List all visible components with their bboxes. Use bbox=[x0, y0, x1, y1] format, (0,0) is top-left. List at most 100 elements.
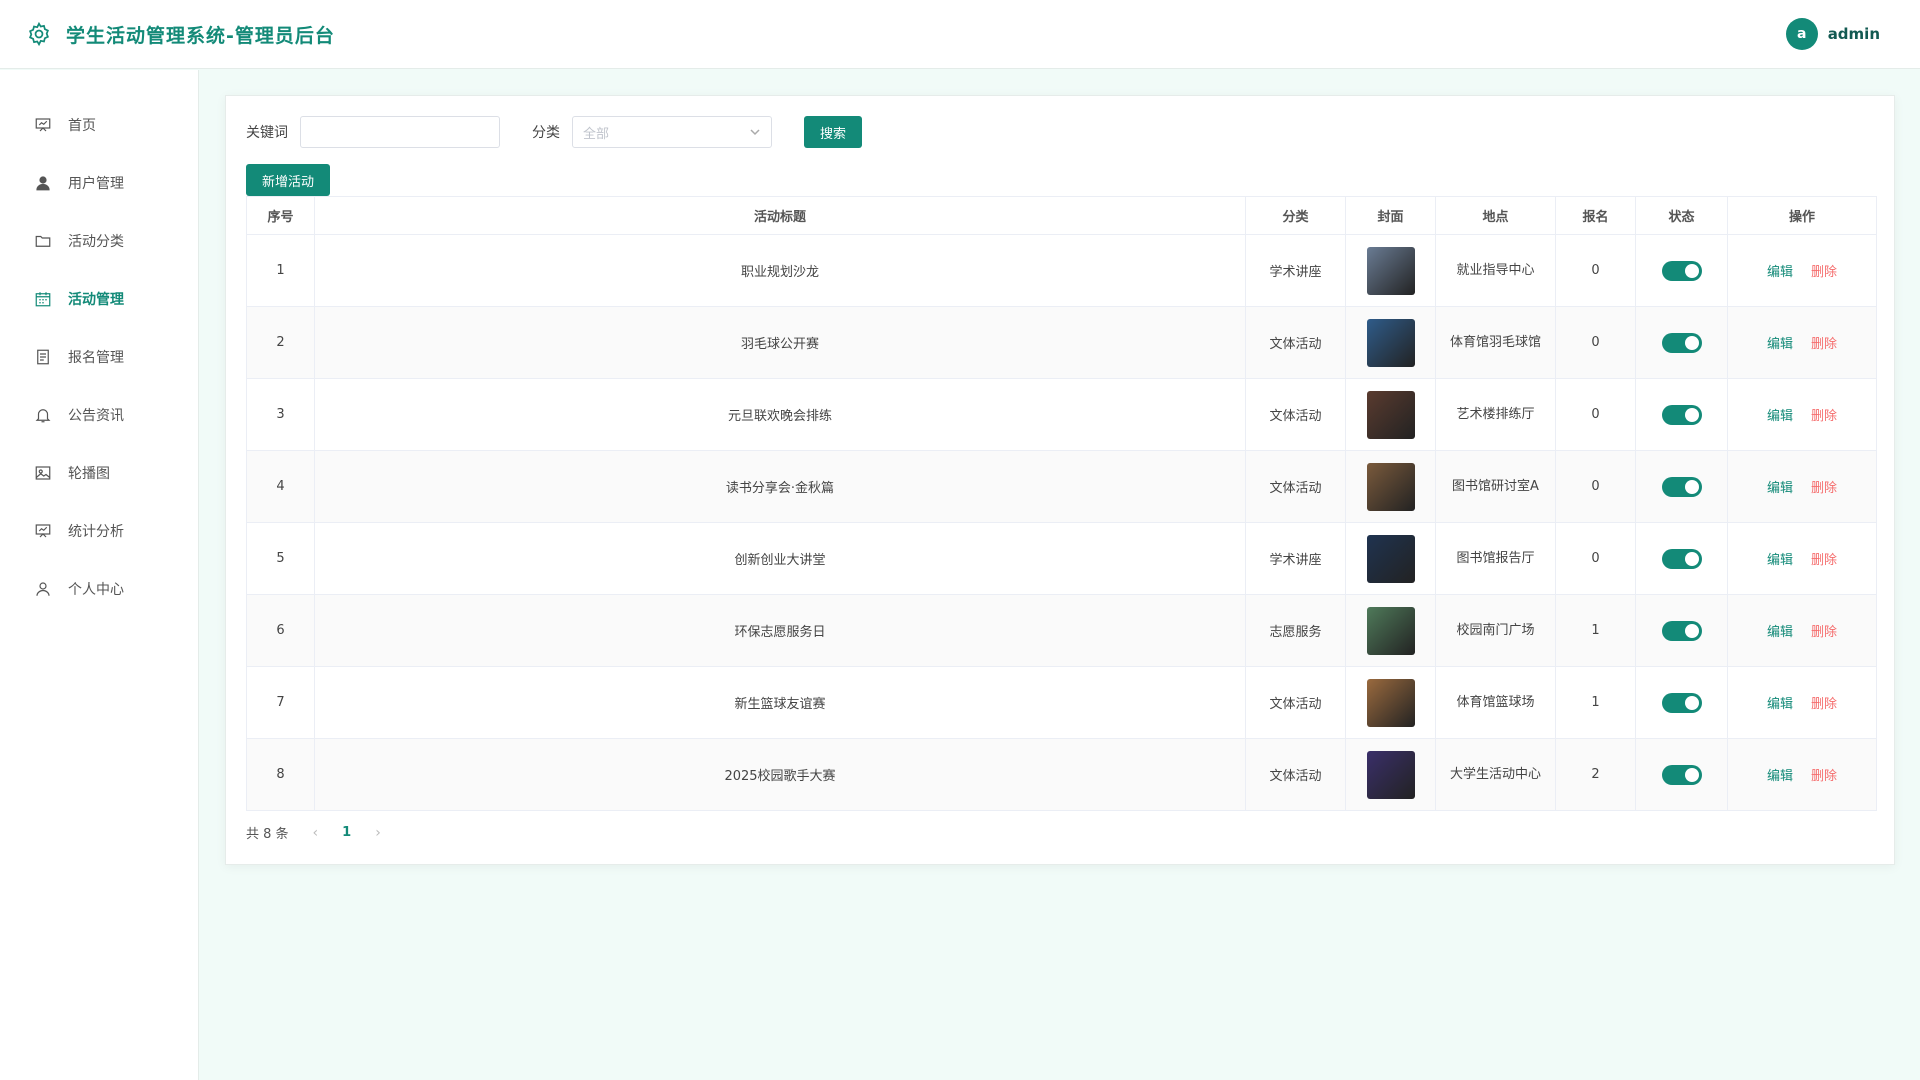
cell-category: 文体活动 bbox=[1245, 450, 1346, 523]
location-text: 体育馆篮球场 bbox=[1456, 694, 1535, 710]
presentation-icon bbox=[35, 524, 51, 538]
status-toggle[interactable] bbox=[1661, 260, 1702, 281]
delete-link[interactable]: 删除 bbox=[1811, 477, 1837, 496]
current-page[interactable]: 1 bbox=[342, 825, 351, 840]
table-row: 8 2025校园歌手大赛 文体活动 大学生活动中心 2 编辑 删除 bbox=[246, 738, 1877, 811]
status-toggle[interactable] bbox=[1661, 548, 1702, 569]
cell-cover bbox=[1345, 738, 1436, 811]
cell-status bbox=[1635, 234, 1728, 307]
keyword-input[interactable] bbox=[300, 116, 500, 148]
cover-image[interactable] bbox=[1366, 534, 1415, 583]
sidebar-item-label: 报名管理 bbox=[68, 350, 124, 366]
edit-link[interactable]: 编辑 bbox=[1767, 405, 1793, 424]
cell-category: 文体活动 bbox=[1245, 666, 1346, 739]
brand: 学生活动管理系统-管理员后台 bbox=[26, 21, 335, 48]
cover-image[interactable] bbox=[1366, 750, 1415, 799]
cell-no: 2 bbox=[246, 306, 315, 379]
status-toggle[interactable] bbox=[1661, 620, 1702, 641]
sidebar-item-users[interactable]: 用户管理 bbox=[0, 154, 198, 212]
delete-link[interactable]: 删除 bbox=[1811, 333, 1837, 352]
cell-actions: 编辑 删除 bbox=[1727, 594, 1877, 667]
presentation-icon bbox=[35, 118, 51, 132]
edit-link[interactable]: 编辑 bbox=[1767, 261, 1793, 280]
image-icon bbox=[35, 466, 51, 480]
search-button[interactable]: 搜索 bbox=[804, 116, 863, 148]
cell-status bbox=[1635, 306, 1728, 379]
cell-title: 读书分享会·金秋篇 bbox=[314, 450, 1246, 523]
cell-location: 大学生活动中心 bbox=[1435, 738, 1556, 811]
edit-link[interactable]: 编辑 bbox=[1767, 333, 1793, 352]
cell-location: 体育馆羽毛球馆 bbox=[1435, 306, 1556, 379]
next-page-button[interactable]: › bbox=[375, 825, 381, 841]
cover-image[interactable] bbox=[1366, 390, 1415, 439]
cover-image[interactable] bbox=[1366, 318, 1415, 367]
sidebar-item-categories[interactable]: 活动分类 bbox=[0, 212, 198, 270]
delete-link[interactable]: 删除 bbox=[1811, 765, 1837, 784]
cell-title: 环保志愿服务日 bbox=[314, 594, 1246, 667]
edit-link[interactable]: 编辑 bbox=[1767, 693, 1793, 712]
location-text: 就业指导中心 bbox=[1456, 262, 1535, 278]
status-toggle[interactable] bbox=[1661, 332, 1702, 353]
cell-cover bbox=[1345, 306, 1436, 379]
cell-title: 新生篮球友谊赛 bbox=[314, 666, 1246, 739]
status-toggle[interactable] bbox=[1661, 404, 1702, 425]
cell-signups: 0 bbox=[1555, 234, 1636, 307]
avatar[interactable]: a bbox=[1785, 18, 1818, 50]
cell-category: 学术讲座 bbox=[1245, 234, 1346, 307]
edit-link[interactable]: 编辑 bbox=[1767, 549, 1793, 568]
user-menu[interactable]: a admin bbox=[1785, 18, 1880, 50]
cell-category: 文体活动 bbox=[1245, 378, 1346, 451]
sidebar-item-registrations[interactable]: 报名管理 bbox=[0, 328, 198, 386]
sidebar-item-profile[interactable]: 个人中心 bbox=[0, 560, 198, 618]
table-row: 6 环保志愿服务日 志愿服务 校园南门广场 1 编辑 删除 bbox=[246, 594, 1877, 667]
edit-link[interactable]: 编辑 bbox=[1767, 477, 1793, 496]
delete-link[interactable]: 删除 bbox=[1811, 621, 1837, 640]
cell-cover bbox=[1345, 594, 1436, 667]
cell-status bbox=[1635, 738, 1728, 811]
document-icon bbox=[37, 349, 49, 365]
column-header: 封面 bbox=[1345, 196, 1436, 235]
cell-actions: 编辑 删除 bbox=[1727, 522, 1877, 595]
chevron-down-icon bbox=[750, 129, 760, 136]
user-filled-icon bbox=[36, 176, 50, 191]
add-activity-button[interactable]: 新增活动 bbox=[246, 164, 331, 196]
status-toggle[interactable] bbox=[1661, 692, 1702, 713]
cover-image[interactable] bbox=[1366, 246, 1415, 295]
edit-link[interactable]: 编辑 bbox=[1767, 765, 1793, 784]
sidebar-item-label: 个人中心 bbox=[68, 582, 124, 598]
column-header: 地点 bbox=[1435, 196, 1556, 235]
status-toggle[interactable] bbox=[1661, 764, 1702, 785]
location-text: 校园南门广场 bbox=[1456, 622, 1535, 638]
sidebar-item-home[interactable]: 首页 bbox=[0, 96, 198, 154]
prev-page-button[interactable]: ‹ bbox=[313, 825, 319, 841]
column-header: 状态 bbox=[1635, 196, 1728, 235]
table-row: 4 读书分享会·金秋篇 文体活动 图书馆研讨室A 0 编辑 删除 bbox=[246, 450, 1877, 523]
cell-signups: 0 bbox=[1555, 306, 1636, 379]
cover-image[interactable] bbox=[1366, 462, 1415, 511]
status-toggle[interactable] bbox=[1661, 476, 1702, 497]
delete-link[interactable]: 删除 bbox=[1811, 261, 1837, 280]
username[interactable]: admin bbox=[1828, 25, 1880, 43]
cell-category: 志愿服务 bbox=[1245, 594, 1346, 667]
gear-icon bbox=[29, 21, 49, 47]
keyword-label: 关键词 bbox=[246, 125, 288, 141]
cell-cover bbox=[1345, 234, 1436, 307]
edit-link[interactable]: 编辑 bbox=[1767, 621, 1793, 640]
cell-no: 4 bbox=[246, 450, 315, 523]
cover-image[interactable] bbox=[1366, 678, 1415, 727]
cell-location: 校园南门广场 bbox=[1435, 594, 1556, 667]
sidebar-item-activities[interactable]: 活动管理 bbox=[0, 270, 198, 328]
cover-image[interactable] bbox=[1366, 606, 1415, 655]
cell-title: 元旦联欢晚会排练 bbox=[314, 378, 1246, 451]
category-select[interactable]: 全部 bbox=[572, 116, 772, 148]
sidebar-item-carousel[interactable]: 轮播图 bbox=[0, 444, 198, 502]
delete-link[interactable]: 删除 bbox=[1811, 405, 1837, 424]
sidebar-item-announcements[interactable]: 公告资讯 bbox=[0, 386, 198, 444]
sidebar-item-statistics[interactable]: 统计分析 bbox=[0, 502, 198, 560]
delete-link[interactable]: 删除 bbox=[1811, 549, 1837, 568]
sidebar: 首页 用户管理 活动分类 活动管理 报名管理 公告资讯 轮播图 统计分析 个人中… bbox=[0, 70, 199, 1080]
cell-category: 学术讲座 bbox=[1245, 522, 1346, 595]
table-row: 7 新生篮球友谊赛 文体活动 体育馆篮球场 1 编辑 删除 bbox=[246, 666, 1877, 739]
delete-link[interactable]: 删除 bbox=[1811, 693, 1837, 712]
sidebar-item-label: 统计分析 bbox=[68, 524, 124, 540]
